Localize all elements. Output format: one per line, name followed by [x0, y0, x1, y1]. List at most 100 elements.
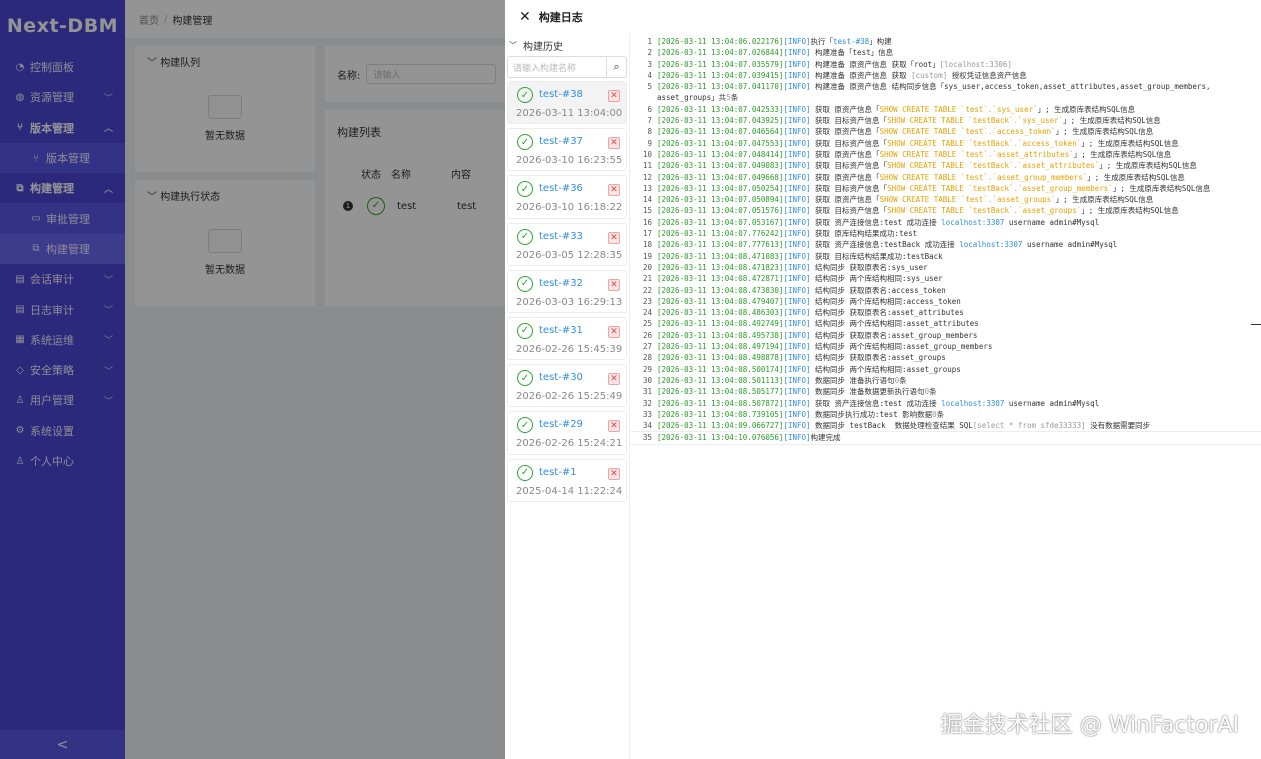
build-history-item[interactable]: ✓ test-#29 ✕ 2026-02-26 15:24:21 — [507, 411, 627, 455]
search-icon[interactable]: ⌕ — [606, 56, 627, 78]
build-name[interactable]: test-#1 — [539, 467, 577, 478]
build-history-title[interactable]: ﹀ 构建历史 — [505, 34, 629, 56]
log-line: 29 [2026-03-11 13:04:08.500174][INFO] 结构同… — [630, 364, 1261, 375]
log-line: 22 [2026-03-11 13:04:08.473830][INFO] 结构同… — [630, 285, 1261, 296]
log-line: 3 [2026-03-11 13:04:07.035579][INFO] 构建准备… — [630, 59, 1261, 70]
log-text: [2026-03-11 13:04:08.492749][INFO] 结构同步 … — [657, 319, 979, 329]
log-text: [2026-03-11 13:04:08.507872][INFO] 获取 资产… — [657, 398, 1100, 408]
scroll-indicator[interactable] — [1251, 324, 1261, 325]
line-number: 35 — [642, 433, 652, 443]
log-line: 26 [2026-03-11 13:04:08.495738][INFO] 结构同… — [630, 330, 1261, 341]
line-number: 1 — [647, 37, 652, 46]
build-name[interactable]: test-#33 — [539, 231, 583, 242]
log-text: [2026-03-11 13:04:08.500174][INFO] 结构同步 … — [657, 364, 961, 374]
line-number: 29 — [642, 364, 652, 374]
log-line: 33 [2026-03-11 13:04:08.739105][INFO] 数据同… — [630, 409, 1261, 420]
delete-icon[interactable]: ✕ — [608, 278, 620, 291]
line-number: 25 — [642, 319, 652, 329]
build-name[interactable]: test-#30 — [539, 372, 583, 383]
log-line: 34 [2026-03-11 13:04:09.066727][INFO] 数据同… — [630, 420, 1261, 431]
log-text: [2026-03-11 13:04:07.050894][INFO] 获取 原资… — [657, 195, 1154, 205]
delete-icon[interactable]: ✕ — [608, 373, 620, 386]
log-text: [2026-03-11 13:04:07.026844][INFO] 构建准备「… — [657, 48, 894, 58]
build-log-drawer: ✕ 构建日志 ﹀ 构建历史 请输入构建名称 ⌕ ✓ test-#38 ✕ 2026-0… — [505, 0, 1261, 759]
delete-icon[interactable]: ✕ — [608, 420, 620, 433]
delete-icon[interactable]: ✕ — [608, 231, 620, 244]
log-text: [2026-03-11 13:04:07.042533][INFO] 获取 原资… — [657, 104, 1136, 114]
build-name[interactable]: test-#32 — [539, 278, 583, 289]
build-history-label: 构建历史 — [523, 41, 563, 53]
log-line: 28 [2026-03-11 13:04:08.498878][INFO] 结构同… — [630, 352, 1261, 363]
line-number: 15 — [642, 206, 652, 216]
close-icon[interactable]: ✕ — [519, 9, 531, 25]
line-number: 34 — [642, 421, 652, 431]
log-line: 30 [2026-03-11 13:04:08.501113][INFO] 数据同… — [630, 375, 1261, 386]
log-line: 1 [2026-03-11 13:04:06.022176][INFO]执行「te… — [630, 36, 1261, 47]
log-line: 15 [2026-03-11 13:04:07.051576][INFO] 获取 … — [630, 205, 1261, 216]
log-text: [2026-03-11 13:04:07.049668][INFO] 获取 原资… — [657, 172, 1185, 182]
build-history-list: ✓ test-#38 ✕ 2026-03-11 13:04:00 ✓ test-#37 ✕ 2… — [505, 81, 629, 502]
build-history-item[interactable]: ✓ test-#37 ✕ 2026-03-10 16:23:55 — [507, 128, 627, 172]
log-line: 24 [2026-03-11 13:04:08.486303][INFO] 结构同… — [630, 307, 1261, 318]
log-line: 20 [2026-03-11 13:04:08.471823][INFO] 结构同… — [630, 262, 1261, 273]
delete-icon[interactable]: ✕ — [608, 325, 620, 338]
log-line: 4 [2026-03-11 13:04:07.039415][INFO] 构建准备… — [630, 70, 1261, 81]
log-text: [2026-03-11 13:04:08.471823][INFO] 结构同步 … — [657, 262, 928, 272]
build-history-item[interactable]: ✓ test-#30 ✕ 2026-02-26 15:25:49 — [507, 364, 627, 408]
line-number: 4 — [647, 70, 652, 80]
line-number: 28 — [642, 353, 652, 363]
drawer-header: ✕ 构建日志 — [505, 0, 1261, 34]
build-history-item[interactable]: ✓ test-#38 ✕ 2026-03-11 13:04:00 — [507, 81, 627, 125]
build-name[interactable]: test-#31 — [539, 325, 583, 336]
log-text: [2026-03-11 13:04:07.050254][INFO] 获取 目标… — [657, 183, 1211, 193]
line-number: 5 — [647, 82, 652, 92]
build-log-view[interactable]: 1 [2026-03-11 13:04:06.022176][INFO]执行「te… — [630, 34, 1261, 759]
log-text: [2026-03-11 13:04:08.498878][INFO] 结构同步 … — [657, 353, 946, 363]
log-text: [2026-03-11 13:04:07.776242][INFO] 获取 原库… — [657, 229, 918, 239]
line-number: 17 — [642, 229, 652, 239]
delete-icon[interactable]: ✕ — [608, 184, 620, 197]
log-line: 7 [2026-03-11 13:04:07.043925][INFO] 获取 目… — [630, 115, 1261, 126]
log-line: 9 [2026-03-11 13:04:07.047553][INFO] 获取 目… — [630, 138, 1261, 149]
log-text: [2026-03-11 13:04:07.053167][INFO] 获取 资产… — [657, 217, 1100, 227]
line-number: 13 — [642, 183, 652, 193]
log-text: [2026-03-11 13:04:07.041170][INFO] 构建准备 … — [657, 82, 1211, 103]
log-line: 6 [2026-03-11 13:04:07.042533][INFO] 获取 原… — [630, 104, 1261, 115]
log-text: [2026-03-11 13:04:08.505177][INFO] 数据同步 … — [657, 387, 937, 397]
delete-icon[interactable]: ✕ — [608, 137, 620, 150]
line-number: 2 — [647, 48, 652, 58]
log-line: 19 [2026-03-11 13:04:08.471083][INFO] 获取 … — [630, 251, 1261, 262]
build-name[interactable]: test-#38 — [539, 89, 583, 100]
build-history-item[interactable]: ✓ test-#31 ✕ 2026-02-26 15:45:39 — [507, 316, 627, 361]
success-check-icon: ✓ — [517, 275, 533, 292]
delete-icon[interactable]: ✕ — [608, 90, 620, 102]
log-text: [2026-03-11 13:04:08.497194][INFO] 结构同步 … — [657, 342, 993, 352]
build-time: 2026-03-03 16:29:13 — [516, 296, 623, 308]
log-text: [2026-03-11 13:04:06.022176][INFO]执行「tes… — [657, 37, 892, 46]
line-number: 20 — [642, 262, 652, 272]
line-number: 24 — [642, 308, 652, 318]
line-number: 16 — [642, 217, 652, 227]
drawer-title: 构建日志 — [538, 11, 583, 24]
log-text: [2026-03-11 13:04:07.043925][INFO] 获取 目标… — [657, 116, 1161, 126]
log-text: [2026-03-11 13:04:08.473830][INFO] 结构同步 … — [657, 285, 946, 295]
modal-overlay[interactable] — [0, 0, 505, 759]
build-time: 2026-02-26 15:45:39 — [516, 343, 623, 355]
build-history-item[interactable]: ✓ test-#32 ✕ 2026-03-03 16:29:13 — [507, 269, 627, 313]
build-search-input[interactable]: 请输入构建名称 — [507, 56, 606, 78]
build-time: 2026-03-05 12:28:35 — [516, 249, 623, 261]
log-text: [2026-03-11 13:04:07.035579][INFO] 构建准备 … — [657, 59, 1012, 69]
log-line: 13 [2026-03-11 13:04:07.050254][INFO] 获取 … — [630, 183, 1261, 194]
build-history-item[interactable]: ✓ test-#36 ✕ 2026-03-10 16:18:22 — [507, 175, 627, 219]
log-text: [2026-03-11 13:04:08.501113][INFO] 数据同步 … — [657, 375, 907, 385]
build-name[interactable]: test-#37 — [539, 136, 583, 147]
build-name[interactable]: test-#29 — [539, 419, 583, 430]
line-number: 32 — [642, 398, 652, 408]
line-number: 33 — [642, 409, 652, 419]
build-name[interactable]: test-#36 — [539, 183, 583, 194]
line-number: 8 — [647, 127, 652, 137]
build-history-item[interactable]: ✓ test-#1 ✕ 2025-04-14 11:22:24 — [507, 458, 627, 502]
log-line: 12 [2026-03-11 13:04:07.049668][INFO] 获取 … — [630, 172, 1261, 183]
delete-icon[interactable]: ✕ — [608, 467, 620, 480]
build-history-item[interactable]: ✓ test-#33 ✕ 2026-03-05 12:28:35 — [507, 222, 627, 266]
